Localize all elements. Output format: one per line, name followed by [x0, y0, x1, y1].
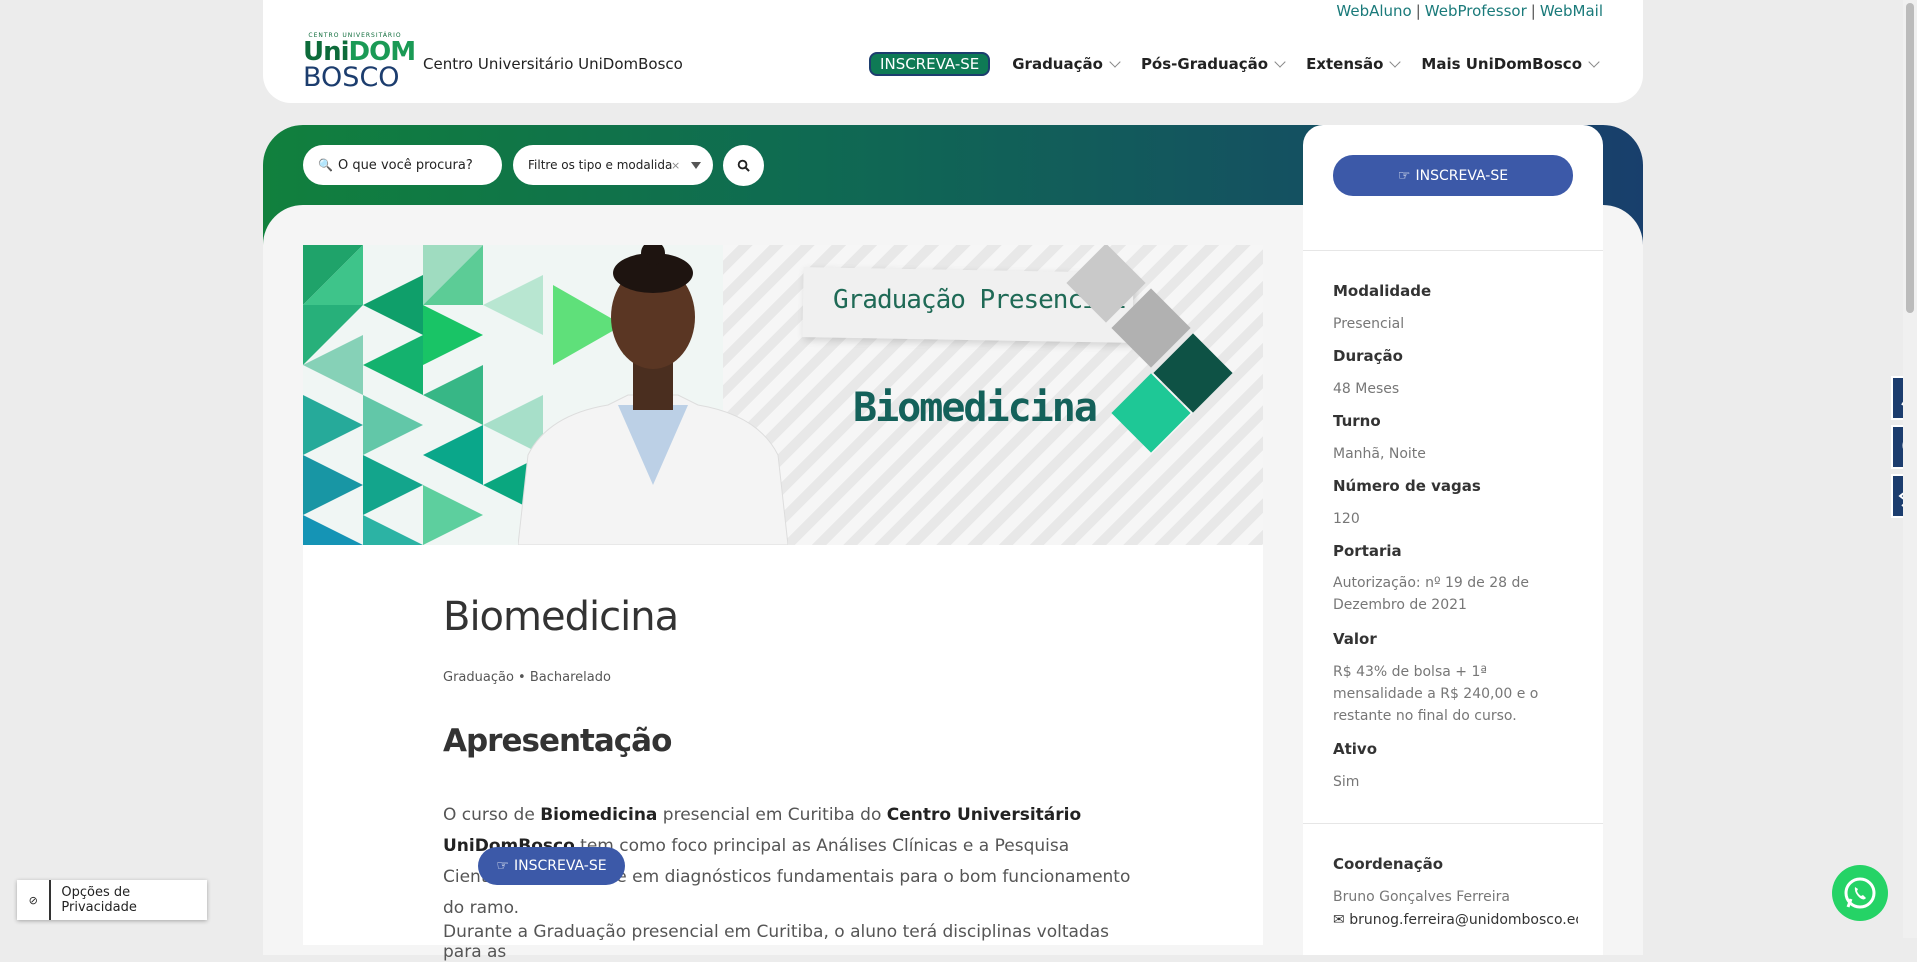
magnifier-icon [737, 159, 750, 172]
divider [1303, 823, 1603, 824]
chevron-down-icon [1274, 56, 1285, 67]
turno-label: Turno [1333, 412, 1381, 430]
logo-bosco: BOSCO [303, 65, 407, 91]
turno-value: Manhã, Noite [1333, 443, 1578, 465]
scrollbar-thumb[interactable] [1906, 3, 1914, 313]
type-filter-select[interactable]: Filtre os tipo e modalidade × [513, 145, 713, 185]
chevron-down-icon [1390, 56, 1401, 67]
nav-mais-unidombosco[interactable]: Mais UniDomBosco [1421, 55, 1598, 73]
course-title: Biomedicina [443, 594, 678, 640]
chevron-down-icon [1109, 56, 1120, 67]
pointing-hand-icon: ☞ [496, 858, 509, 874]
webmail-link[interactable]: WebMail [1540, 2, 1603, 20]
search-icon: 🔍 [318, 158, 333, 172]
divider [1303, 250, 1603, 251]
duracao-label: Duração [1333, 347, 1403, 365]
vagas-label: Número de vagas [1333, 477, 1481, 495]
ativo-label: Ativo [1333, 740, 1377, 758]
site-title[interactable]: Centro Universitário UniDomBosco [423, 55, 683, 73]
caret-down-icon [691, 162, 701, 169]
filter-placeholder: Filtre os tipo e modalidade [528, 158, 673, 172]
vagas-value: 120 [1333, 508, 1578, 530]
chevron-down-icon [1588, 56, 1599, 67]
clear-icon[interactable]: × [671, 159, 680, 172]
duracao-value: 48 Meses [1333, 378, 1578, 400]
course-description-continued: Durante a Graduação presencial em Curiti… [443, 922, 1143, 962]
portaria-value: Autorização: nº 19 de 28 de Dezembro de … [1333, 572, 1578, 616]
eye-off-icon: ⊘ [17, 880, 51, 920]
top-links: WebAluno|WebProfessor|WebMail [1336, 2, 1603, 20]
course-banner: Graduação Presencial Biomedicina [303, 245, 1263, 545]
main-nav: INSCREVA-SE Graduação Pós-Graduação Exte… [869, 52, 1598, 76]
floating-inscreva-se-button[interactable]: ☞INSCREVA-SE [478, 847, 625, 885]
envelope-icon: ✉ [1333, 912, 1349, 928]
nav-inscreva-se-button[interactable]: INSCREVA-SE [869, 52, 990, 76]
nav-pos-graduacao[interactable]: Pós-Graduação [1141, 55, 1284, 73]
pointing-hand-icon: ☞ [1398, 168, 1411, 184]
modalidade-value: Presencial [1333, 313, 1578, 335]
page-scrollbar[interactable] [1903, 0, 1917, 938]
student-photo [518, 245, 788, 545]
nav-graduacao[interactable]: Graduação [1012, 55, 1119, 73]
unidombosco-logo[interactable]: CENTRO UNIVERSITÁRIO UniDOM BOSCO [303, 32, 407, 94]
modalidade-label: Modalidade [1333, 282, 1431, 300]
whatsapp-icon [1842, 875, 1878, 911]
banner-title: Biomedicina [853, 385, 1096, 431]
site-header: WebAluno|WebProfessor|WebMail CENTRO UNI… [263, 0, 1643, 103]
privacy-options-button[interactable]: ⊘ Opções de Privacidade [17, 880, 207, 920]
sidebar-inscreva-se-button[interactable]: ☞INSCREVA-SE [1333, 155, 1573, 196]
search-input[interactable]: 🔍 O que você procura? [303, 145, 502, 185]
nav-extensao[interactable]: Extensão [1306, 55, 1399, 73]
webaluno-link[interactable]: WebAluno [1336, 2, 1411, 20]
privacy-label: Opções de Privacidade [61, 885, 207, 915]
ativo-value: Sim [1333, 771, 1578, 793]
valor-label: Valor [1333, 630, 1377, 648]
coordinator-name: Bruno Gonçalves Ferreira [1333, 886, 1578, 908]
course-meta: Graduação • Bacharelado [443, 670, 611, 685]
webprofessor-link[interactable]: WebProfessor [1425, 2, 1527, 20]
coordenacao-label: Coordenação [1333, 855, 1443, 873]
portaria-label: Portaria [1333, 542, 1402, 560]
valor-value: R$ 43% de bolsa + 1ª mensalidade a R$ 24… [1333, 661, 1578, 727]
search-button[interactable] [723, 145, 764, 186]
search-placeholder: O que você procura? [338, 158, 473, 173]
section-title-apresentacao: Apresentação [443, 723, 671, 759]
whatsapp-button[interactable] [1832, 865, 1888, 921]
coordinator-email[interactable]: ✉ brunog.ferreira@unidombosco.edu [1333, 909, 1578, 931]
